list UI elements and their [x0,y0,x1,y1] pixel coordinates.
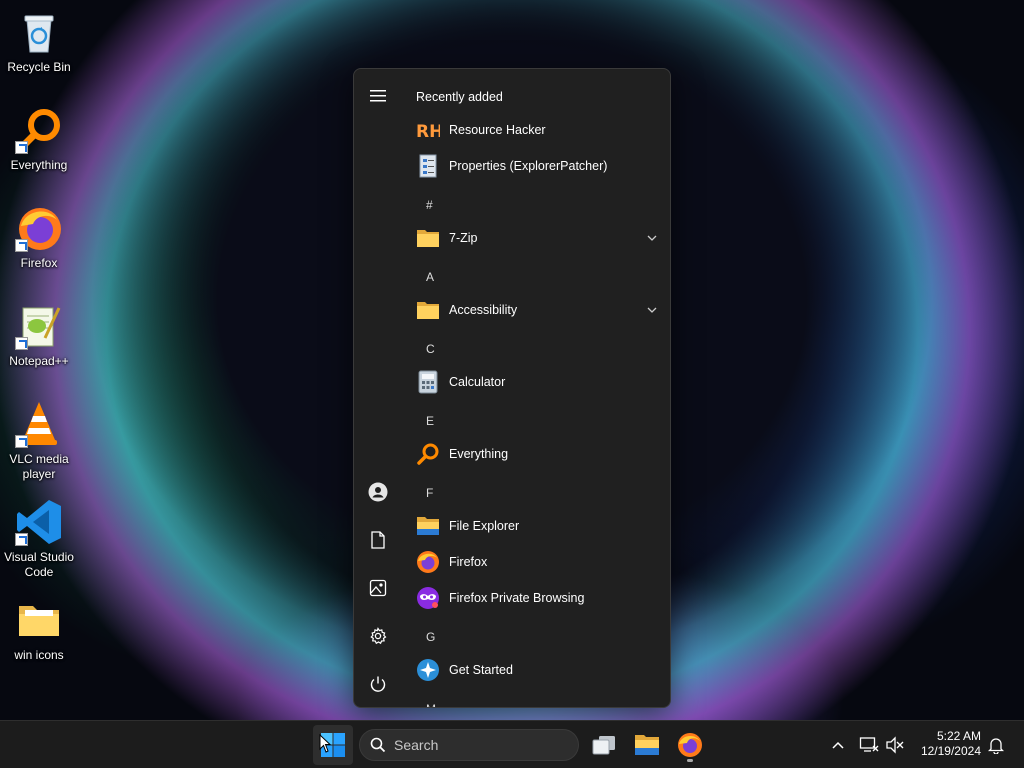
menu-icon [370,90,386,102]
taskbar-search[interactable] [359,729,579,761]
app-accessibility-folder[interactable]: Accessibility [416,295,664,325]
calculator-icon [416,370,440,394]
group-letter-e[interactable]: E [426,414,434,428]
app-everything[interactable]: Everything [416,439,664,469]
properties-icon [416,154,440,178]
get-started-icon [416,658,440,682]
clock-date: 12/19/2024 [920,744,981,758]
group-letter-hash[interactable]: # [426,198,433,212]
settings-icon [370,627,387,645]
chevron-up-icon [832,741,844,749]
taskbar: 5:22 AM 12/19/2024 [0,720,1024,768]
chevron-down-icon[interactable] [646,304,658,316]
folder-icon [416,226,440,250]
pictures-button[interactable] [364,574,392,602]
group-letter-m[interactable]: M [426,702,436,707]
folder-icon [15,596,63,644]
group-letter-a[interactable]: A [426,270,434,284]
desktop-icon-win-icons[interactable]: win icons [0,596,78,663]
file-explorer-icon [635,735,659,755]
documents-icon [371,531,385,549]
clock-time: 5:22 AM [936,729,981,743]
vlc-icon [15,400,63,448]
desktop-icon-vlc[interactable]: VLC media player [0,400,78,482]
everything-icon [15,106,63,154]
user-icon [368,482,388,502]
desktop-icon-label: Visual Studio Code [4,550,74,579]
folder-icon [416,298,440,322]
group-letter-f[interactable]: F [426,486,433,500]
desktop-icon-label: win icons [14,648,64,662]
start-menu-rail [354,69,402,707]
desktop-icon-everything[interactable]: Everything [0,106,78,173]
resource-hacker-icon: RH [416,118,443,142]
desktop-icon-label: Notepad++ [9,354,69,368]
menu-button[interactable] [364,82,392,110]
taskbar-firefox[interactable] [670,725,710,765]
search-input[interactable] [394,737,564,753]
desktop-icon-label: Firefox [20,256,58,270]
settings-button[interactable] [364,622,392,650]
task-view-icon [592,736,615,755]
file-explorer-icon [416,514,440,538]
desktop-icon-label: VLC media player [9,452,69,481]
firefox-icon [15,204,63,252]
firefox-icon [678,733,702,757]
shortcut-arrow-icon [15,337,28,350]
search-icon [370,737,386,753]
mouse-cursor-icon [319,734,331,753]
desktop-icon-label: Recycle Bin [7,60,71,74]
app-get-started[interactable]: Get Started [416,655,664,685]
app-properties-explorerpatcher[interactable]: Properties (ExplorerPatcher) [416,151,664,181]
user-account-button[interactable] [364,478,392,506]
group-letter-g[interactable]: G [426,630,435,644]
shortcut-arrow-icon [15,239,28,252]
shortcut-arrow-icon [15,533,28,546]
running-indicator [687,759,693,762]
network-disconnected-icon [859,737,879,752]
start-menu: Recently added RH Resource Hacker Proper… [353,68,671,708]
app-file-explorer[interactable]: File Explorer [416,511,664,541]
svg-text:RH: RH [416,122,440,142]
app-firefox[interactable]: Firefox [416,547,664,577]
chevron-down-icon[interactable] [646,232,658,244]
desktop-icon-label: Everything [10,158,68,172]
notepadpp-icon [15,302,63,350]
all-apps-list: Recently added RH Resource Hacker Proper… [406,69,668,707]
shortcut-arrow-icon [15,141,28,154]
taskbar-file-explorer[interactable] [627,725,667,765]
bell-icon [988,738,1004,754]
recently-added-heading: Recently added [416,90,503,104]
group-letter-c[interactable]: C [426,342,435,356]
task-view-button[interactable] [584,725,624,765]
firefox-private-icon [416,586,440,610]
power-icon [370,676,386,692]
desktop-icon-notepadpp[interactable]: Notepad++ [0,302,78,369]
everything-icon [416,442,440,466]
recycle-bin-icon [15,8,63,56]
notifications-button[interactable] [978,725,1014,765]
vscode-icon [15,498,63,546]
volume-button[interactable] [877,725,913,765]
firefox-icon [416,550,440,574]
desktop-icon-recycle-bin[interactable]: Recycle Bin [0,8,78,75]
app-resource-hacker[interactable]: RH Resource Hacker [416,115,664,145]
clock[interactable]: 5:22 AM 12/19/2024 [921,729,981,759]
shortcut-arrow-icon [15,435,28,448]
desktop-icon-firefox[interactable]: Firefox [0,204,78,271]
app-7zip-folder[interactable]: 7-Zip [416,223,664,253]
app-calculator[interactable]: Calculator [416,367,664,397]
volume-muted-icon [886,736,904,754]
pictures-icon [369,579,387,597]
app-firefox-private-browsing[interactable]: Firefox Private Browsing [416,583,664,613]
desktop-icon-vscode[interactable]: Visual Studio Code [0,498,78,580]
power-button[interactable] [364,670,392,698]
documents-button[interactable] [364,526,392,554]
